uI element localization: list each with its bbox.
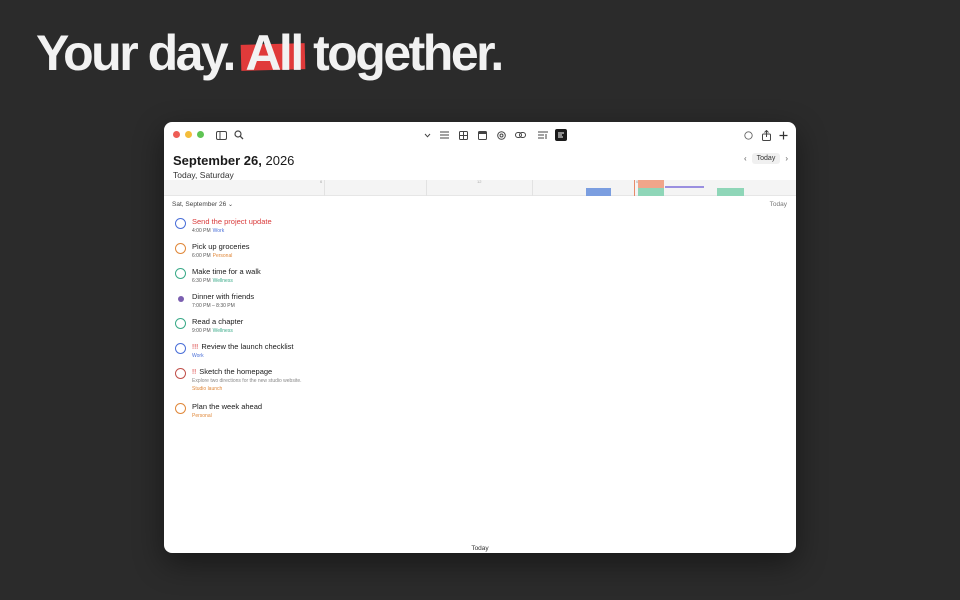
task-title: !! Sketch the homepage <box>192 367 273 376</box>
task-time: 6:30 PM <box>192 278 211 284</box>
bottom-today-label[interactable]: Today <box>164 545 796 552</box>
date-navigation: ‹ Today › <box>744 153 788 164</box>
task-tag[interactable]: Wellness <box>213 278 233 284</box>
zoom-button[interactable] <box>197 131 204 138</box>
timeline-event-block[interactable] <box>638 180 664 188</box>
task-meta: 7:00 PM – 8:30 PM <box>192 302 773 310</box>
timeline-event-block[interactable] <box>638 188 664 196</box>
task-title: Pick up groceries <box>192 242 250 251</box>
event-dot-icon <box>178 296 184 302</box>
headline-highlight: All <box>240 24 307 82</box>
task-checkbox[interactable] <box>175 218 186 229</box>
task-meta: 4:00 PM Work <box>192 227 773 235</box>
task-list: Send the project update 4:00 PM Work Pick u… <box>173 216 773 426</box>
chevron-left-icon[interactable]: ‹ <box>744 154 747 163</box>
task-meta: 6:30 PM Wellness <box>192 277 773 285</box>
share-icon[interactable] <box>759 128 773 142</box>
page-subtitle: Today, Saturday <box>173 170 234 180</box>
task-row[interactable]: Make time for a walk 6:30 PM Wellness <box>173 266 773 285</box>
page-title: September 26, 2026 <box>173 153 295 168</box>
task-checkbox[interactable] <box>175 403 186 414</box>
chevron-down-icon[interactable] <box>420 128 434 142</box>
task-time: 4:00 PM <box>192 228 211 234</box>
task-row[interactable]: Read a chapter 9:00 PM Wellness <box>173 316 773 335</box>
task-row[interactable]: Plan the week ahead Personal <box>173 401 773 420</box>
task-tag[interactable]: Work <box>213 228 225 234</box>
task-checkbox[interactable] <box>175 343 186 354</box>
task-title: Send the project update <box>192 217 272 226</box>
priority-marker: !!! <box>192 342 199 351</box>
headline-after: together. <box>301 25 504 81</box>
task-title: Plan the week ahead <box>192 402 263 411</box>
task-row[interactable]: !!! Review the launch checklist Work <box>173 341 773 360</box>
current-time-indicator <box>634 180 635 196</box>
plus-icon[interactable] <box>776 128 790 142</box>
task-meta: 9:00 PM Wellness <box>192 327 773 335</box>
task-tag[interactable]: Studio launch <box>192 386 222 392</box>
circle-icon[interactable] <box>741 128 755 142</box>
link-icon[interactable] <box>513 128 527 142</box>
sidebar-icon[interactable] <box>214 128 228 142</box>
at-sign-icon[interactable] <box>494 128 508 142</box>
search-icon[interactable] <box>232 128 246 142</box>
timeline-divider <box>426 180 427 196</box>
task-tag[interactable]: Personal <box>192 413 212 419</box>
timeline-icon[interactable] <box>555 129 567 141</box>
task-time: 6:00 PM <box>192 253 211 259</box>
task-title: Dinner with friends <box>192 292 255 301</box>
section-header[interactable]: Sat, September 26 ⌄ <box>172 201 233 208</box>
chevron-right-icon[interactable]: › <box>785 154 788 163</box>
timeline-divider <box>324 180 325 196</box>
app-window: September 26, 2026 Today, Saturday ‹ Tod… <box>164 122 796 553</box>
calendar-icon[interactable] <box>475 128 489 142</box>
task-title: !!! Review the launch checklist <box>192 342 294 351</box>
text-icon[interactable] <box>536 128 550 142</box>
timeline-label: 6 <box>320 179 323 184</box>
task-time: 7:00 PM – 8:30 PM <box>192 303 235 309</box>
task-meta: 6:00 PM Personal <box>192 252 773 260</box>
task-checkbox[interactable] <box>175 368 186 379</box>
timeline-event-block[interactable] <box>665 186 704 188</box>
task-row[interactable]: Pick up groceries 6:00 PM Personal <box>173 241 773 260</box>
window-controls <box>173 131 204 138</box>
list-icon[interactable] <box>437 128 451 142</box>
today-button[interactable]: Today <box>751 153 781 164</box>
task-row[interactable]: !! Sketch the homepage Explore two direct… <box>173 366 773 393</box>
task-meta: Studio launch <box>192 385 773 393</box>
task-row[interactable]: Send the project update 4:00 PM Work <box>173 216 773 235</box>
task-checkbox[interactable] <box>175 243 186 254</box>
minimize-button[interactable] <box>185 131 192 138</box>
task-checkbox[interactable] <box>175 318 186 329</box>
task-note: Explore two directions for the new studi… <box>192 378 302 384</box>
titlebar <box>164 122 796 148</box>
grid-icon[interactable] <box>456 128 470 142</box>
task-time: 9:00 PM <box>192 328 211 334</box>
task-meta: Work <box>192 352 773 360</box>
timeline-event-block[interactable] <box>717 188 744 196</box>
day-timeline[interactable]: 6 12 6 <box>164 179 796 196</box>
section-today-label: Today <box>769 201 787 208</box>
priority-marker: !! <box>192 367 197 376</box>
task-title: Make time for a walk <box>192 267 261 276</box>
timeline-divider <box>532 180 533 196</box>
task-row[interactable]: Dinner with friends 7:00 PM – 8:30 PM <box>173 291 773 310</box>
timeline-event-block[interactable] <box>586 188 611 196</box>
task-checkbox[interactable] <box>175 268 186 279</box>
task-title: Read a chapter <box>192 317 244 326</box>
headline: Your day. All together. <box>36 24 504 82</box>
task-tag[interactable]: Personal <box>213 253 233 259</box>
chevron-down-icon: ⌄ <box>228 202 234 208</box>
task-meta: Personal <box>192 412 773 420</box>
task-tag[interactable]: Wellness <box>213 328 233 334</box>
task-tag[interactable]: Work <box>192 353 204 359</box>
headline-before: Your day. <box>36 25 246 81</box>
timeline-label: 12 <box>477 179 482 184</box>
close-button[interactable] <box>173 131 180 138</box>
